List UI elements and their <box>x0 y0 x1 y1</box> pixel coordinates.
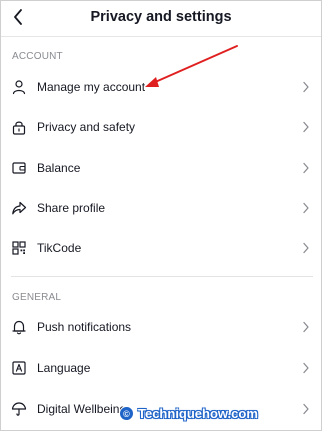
menu-item-label: Push notifications <box>37 320 132 334</box>
menu-item-tikcode[interactable]: TikCode <box>1 228 321 268</box>
menu-item-privacy-safety[interactable]: Privacy and safety <box>1 107 321 147</box>
share-icon <box>11 200 27 216</box>
menu-item-label: Manage my account <box>37 80 146 94</box>
menu-item-label: Share profile <box>37 201 106 215</box>
menu-item-label: Balance <box>37 161 81 175</box>
menu-item-language[interactable]: Language <box>1 348 321 388</box>
menu-item-balance[interactable]: Balance <box>1 148 321 188</box>
menu-item-push-notifications[interactable]: Push notifications <box>1 307 321 347</box>
menu-item-label: Digital Wellbeing <box>37 402 127 416</box>
bell-icon <box>11 319 27 335</box>
person-icon <box>11 79 27 95</box>
qr-code-icon <box>11 240 27 256</box>
menu-item-label: Privacy and safety <box>37 120 136 134</box>
lock-icon <box>11 119 27 135</box>
umbrella-icon <box>11 401 27 417</box>
menu-item-label: Language <box>37 361 91 375</box>
chevron-right-icon <box>302 321 310 333</box>
language-icon <box>11 360 27 376</box>
chevron-right-icon <box>302 242 310 254</box>
header-bar: Privacy and settings <box>1 1 321 37</box>
page-title: Privacy and settings <box>90 9 232 25</box>
menu-item-label: TikCode <box>37 241 82 255</box>
settings-screen: Privacy and settings ACCOUNT Manage my a… <box>0 0 322 431</box>
chevron-right-icon <box>302 362 310 374</box>
chevron-right-icon <box>302 162 310 174</box>
menu-item-digital-wellbeing[interactable]: Digital Wellbeing <box>1 389 321 429</box>
chevron-right-icon <box>302 202 310 214</box>
section-divider <box>11 276 313 277</box>
menu-item-share-profile[interactable]: Share profile <box>1 188 321 228</box>
wallet-icon <box>11 160 27 176</box>
chevron-right-icon <box>302 81 310 93</box>
chevron-right-icon <box>302 403 310 415</box>
section-label-general: GENERAL <box>12 292 62 303</box>
menu-item-manage-account[interactable]: Manage my account <box>1 67 321 107</box>
chevron-right-icon <box>302 121 310 133</box>
section-label-account: ACCOUNT <box>12 51 63 62</box>
